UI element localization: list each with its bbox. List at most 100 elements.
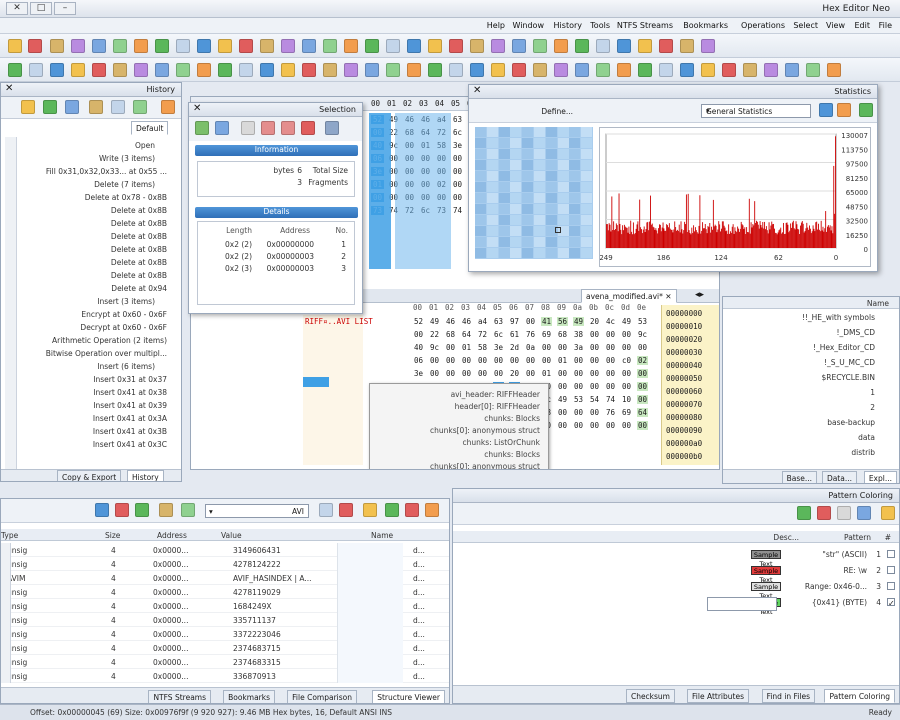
explorer-name-column[interactable]: Name: [867, 299, 889, 308]
toolbar-button-icon[interactable]: [218, 39, 232, 53]
toolbar-button-icon[interactable]: [155, 63, 169, 77]
hex-byte[interactable]: 01: [557, 356, 568, 365]
toolbar-button-icon[interactable]: [134, 39, 148, 53]
statistics-mode-select[interactable]: General Statistics ▾: [701, 104, 811, 118]
toolbar-button-icon[interactable]: [806, 63, 820, 77]
toolbar-button-icon[interactable]: [386, 39, 400, 53]
add-icon[interactable]: [797, 506, 811, 520]
toolbar-button-icon[interactable]: [596, 39, 610, 53]
delete-icon[interactable]: [301, 121, 315, 135]
toolbar-button-icon[interactable]: [407, 39, 421, 53]
toolbar-button-icon[interactable]: [449, 63, 463, 77]
toolbar-button-icon[interactable]: [701, 63, 715, 77]
hex-byte[interactable]: 58: [477, 343, 488, 352]
toolbar-button-icon[interactable]: [176, 39, 190, 53]
hex-byte[interactable]: 00: [477, 369, 488, 378]
toolbar-button-icon[interactable]: [428, 39, 442, 53]
hex-byte[interactable]: 54: [589, 395, 600, 404]
hex-byte[interactable]: 00: [637, 421, 649, 430]
hex-byte[interactable]: 61: [509, 330, 520, 339]
hex-byte[interactable]: 00: [589, 330, 600, 339]
hex-byte[interactable]: 00: [573, 408, 584, 417]
layers-icon[interactable]: [135, 503, 149, 517]
hex-byte[interactable]: 00: [573, 356, 584, 365]
toolbar-button-icon[interactable]: [50, 63, 64, 77]
toolbar-button-icon[interactable]: [323, 63, 337, 77]
history-item[interactable]: Delete at 0x8B: [111, 258, 167, 267]
toolbar-button-icon[interactable]: [449, 39, 463, 53]
hex-byte[interactable]: 53: [637, 317, 648, 326]
toolbar-button-icon[interactable]: [281, 39, 295, 53]
hex-byte[interactable]: 63: [493, 317, 504, 326]
hex-byte[interactable]: 49: [573, 317, 585, 326]
toolbar-button-icon[interactable]: [512, 39, 526, 53]
grid-icon[interactable]: [159, 503, 173, 517]
toolbar-button-icon[interactable]: [365, 39, 379, 53]
hex-byte[interactable]: 72: [477, 330, 488, 339]
hex-byte[interactable]: 00: [589, 421, 600, 430]
toolbar-button-icon[interactable]: [575, 63, 589, 77]
menu-ntfs-streams[interactable]: NTFS Streams: [617, 21, 673, 30]
delete-icon[interactable]: [817, 506, 831, 520]
hex-byte[interactable]: 6c: [493, 330, 504, 339]
history-item[interactable]: Arithmetic Operation (2 items): [52, 336, 167, 345]
hex-byte[interactable]: 10: [621, 395, 632, 404]
tree-icon[interactable]: [385, 503, 399, 517]
hex-byte[interactable]: 00: [451, 193, 464, 202]
history-item[interactable]: Insert 0x41 at 0x3C: [93, 440, 167, 449]
hex-byte[interactable]: 00: [557, 369, 568, 378]
hex-byte[interactable]: 41: [541, 317, 553, 326]
history-item[interactable]: Delete at 0x8B: [111, 245, 167, 254]
settings-icon[interactable]: [161, 100, 175, 114]
toolbar-button-icon[interactable]: [554, 39, 568, 53]
toolbar-button-icon[interactable]: [386, 63, 400, 77]
hex-byte[interactable]: 00: [557, 343, 568, 352]
menu-operations[interactable]: Operations: [741, 21, 785, 30]
column-pattern[interactable]: Pattern: [844, 533, 871, 542]
column-description[interactable]: Desc...: [773, 533, 799, 542]
toolbar-button-icon[interactable]: [659, 63, 673, 77]
explorer-item[interactable]: $RECYCLE.BIN: [821, 373, 875, 382]
details-column-header[interactable]: No.: [336, 226, 348, 235]
explorer-item[interactable]: data: [858, 433, 875, 442]
hex-byte[interactable]: 76: [525, 330, 536, 339]
toolbar-button-icon[interactable]: [302, 39, 316, 53]
toolbar-button-icon[interactable]: [743, 63, 757, 77]
hex-byte[interactable]: 53: [573, 395, 584, 404]
hex-byte[interactable]: 00: [637, 395, 649, 404]
pattern-row[interactable]: 3 Range: 0x46-0... Sample Text: [453, 579, 899, 600]
edit-icon[interactable]: [837, 506, 851, 520]
tab-pattern-coloring[interactable]: Pattern Coloring: [824, 689, 895, 703]
hex-byte[interactable]: 00: [477, 356, 488, 365]
explorer-item[interactable]: base-backup: [827, 418, 875, 427]
hex-byte[interactable]: 00: [621, 330, 632, 339]
hex-byte[interactable]: 64: [461, 330, 472, 339]
export-icon[interactable]: [195, 121, 209, 135]
hex-byte[interactable]: 00: [461, 356, 472, 365]
toolbar-button-icon[interactable]: [71, 39, 85, 53]
toolbar-button-icon[interactable]: [722, 63, 736, 77]
toolbar-button-icon[interactable]: [638, 39, 652, 53]
filter-icon[interactable]: [89, 100, 103, 114]
toolbar-button-icon[interactable]: [533, 63, 547, 77]
toolbar-button-icon[interactable]: [113, 63, 127, 77]
hex-byte[interactable]: 00: [589, 343, 600, 352]
pattern-row[interactable]: 1 "str" (ASCII) Sample Text: [453, 547, 899, 568]
binary-icon[interactable]: [181, 503, 195, 517]
undo-icon[interactable]: [21, 100, 35, 114]
history-item[interactable]: Encrypt at 0x60 - 0x6F: [81, 310, 167, 319]
hex-byte[interactable]: 00: [637, 343, 648, 352]
hex-byte[interactable]: 00: [605, 421, 616, 430]
hex-byte[interactable]: 00: [525, 356, 536, 365]
history-scrollbar[interactable]: [5, 137, 17, 481]
explorer-item[interactable]: !_S_U_MC_CD: [824, 358, 875, 367]
hex-byte[interactable]: 69: [621, 408, 632, 417]
hex-byte[interactable]: 00: [605, 356, 616, 365]
close-icon[interactable]: ✕: [193, 103, 201, 114]
hex-byte[interactable]: 00: [445, 369, 456, 378]
tab-file-comparison[interactable]: File Comparison: [287, 690, 357, 703]
toolbar-button-icon[interactable]: [491, 63, 505, 77]
select-all-icon[interactable]: [325, 121, 339, 135]
history-item[interactable]: Insert 0x41 at 0x38: [93, 388, 167, 397]
info-icon[interactable]: [95, 503, 109, 517]
